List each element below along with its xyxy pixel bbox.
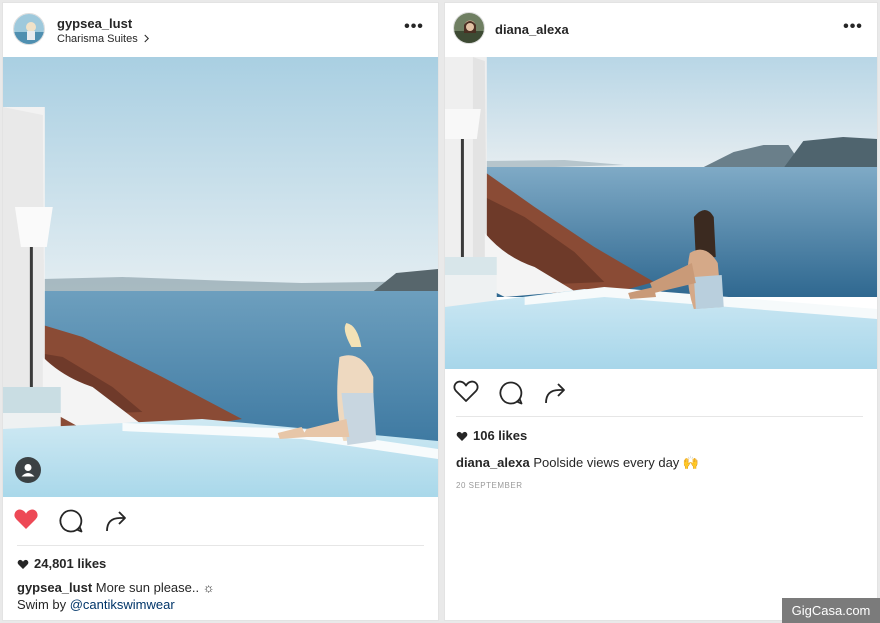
- more-options-icon[interactable]: •••: [404, 19, 424, 36]
- divider: [456, 416, 863, 417]
- post-username[interactable]: diana_alexa: [495, 22, 569, 37]
- profile-tag-icon[interactable]: [15, 457, 41, 483]
- post-actions: [3, 503, 438, 539]
- share-icon[interactable]: [102, 507, 130, 535]
- location-label: Charisma Suites: [57, 33, 138, 45]
- post-caption: gypsea_lust More sun please.. ☼ Swim by …: [17, 579, 427, 613]
- caption-mention-link[interactable]: @cantikswimwear: [70, 597, 175, 612]
- post-caption: diana_alexa Poolside views every day 🙌: [456, 454, 866, 471]
- caption-text: Poolside views every day 🙌: [533, 455, 700, 470]
- likes-label: 106 likes: [473, 428, 528, 443]
- post-location[interactable]: Charisma Suites: [57, 33, 150, 45]
- chevron-right-icon: [144, 34, 149, 43]
- comment-icon[interactable]: [497, 379, 525, 407]
- comment-icon[interactable]: [57, 507, 85, 535]
- divider: [17, 545, 424, 546]
- heart-icon[interactable]: [452, 377, 480, 405]
- heart-small-icon: [456, 431, 468, 441]
- likes-label: 24,801 likes: [34, 556, 107, 571]
- watermark: GigCasa.com: [782, 598, 880, 623]
- post-card-diana-alexa: diana_alexa ••• 106 likes diana_alexa Po…: [444, 2, 878, 621]
- post-card-gypsea-lust: gypsea_lust Charisma Suites ••• 24,801 l…: [2, 2, 439, 621]
- avatar[interactable]: [13, 13, 45, 45]
- more-options-icon[interactable]: •••: [843, 19, 863, 36]
- caption-username[interactable]: diana_alexa: [456, 455, 530, 470]
- caption-text: More sun please.. ☼: [95, 580, 215, 595]
- likes-count[interactable]: 24,801 likes: [17, 556, 106, 571]
- heart-small-icon: [17, 559, 29, 569]
- likes-count[interactable]: 106 likes: [456, 428, 527, 443]
- caption-line2: Swim by: [17, 597, 70, 612]
- heart-icon[interactable]: [12, 505, 40, 533]
- post-username[interactable]: gypsea_lust: [57, 16, 132, 31]
- avatar[interactable]: [453, 12, 485, 44]
- post-header: gypsea_lust Charisma Suites •••: [3, 3, 438, 57]
- post-date[interactable]: 20 SEPTEMBER: [456, 481, 522, 490]
- post-header: diana_alexa •••: [445, 3, 877, 57]
- share-icon[interactable]: [541, 379, 569, 407]
- post-photo[interactable]: [445, 57, 877, 369]
- caption-username[interactable]: gypsea_lust: [17, 580, 92, 595]
- post-actions: [445, 375, 877, 411]
- post-photo[interactable]: [3, 57, 438, 497]
